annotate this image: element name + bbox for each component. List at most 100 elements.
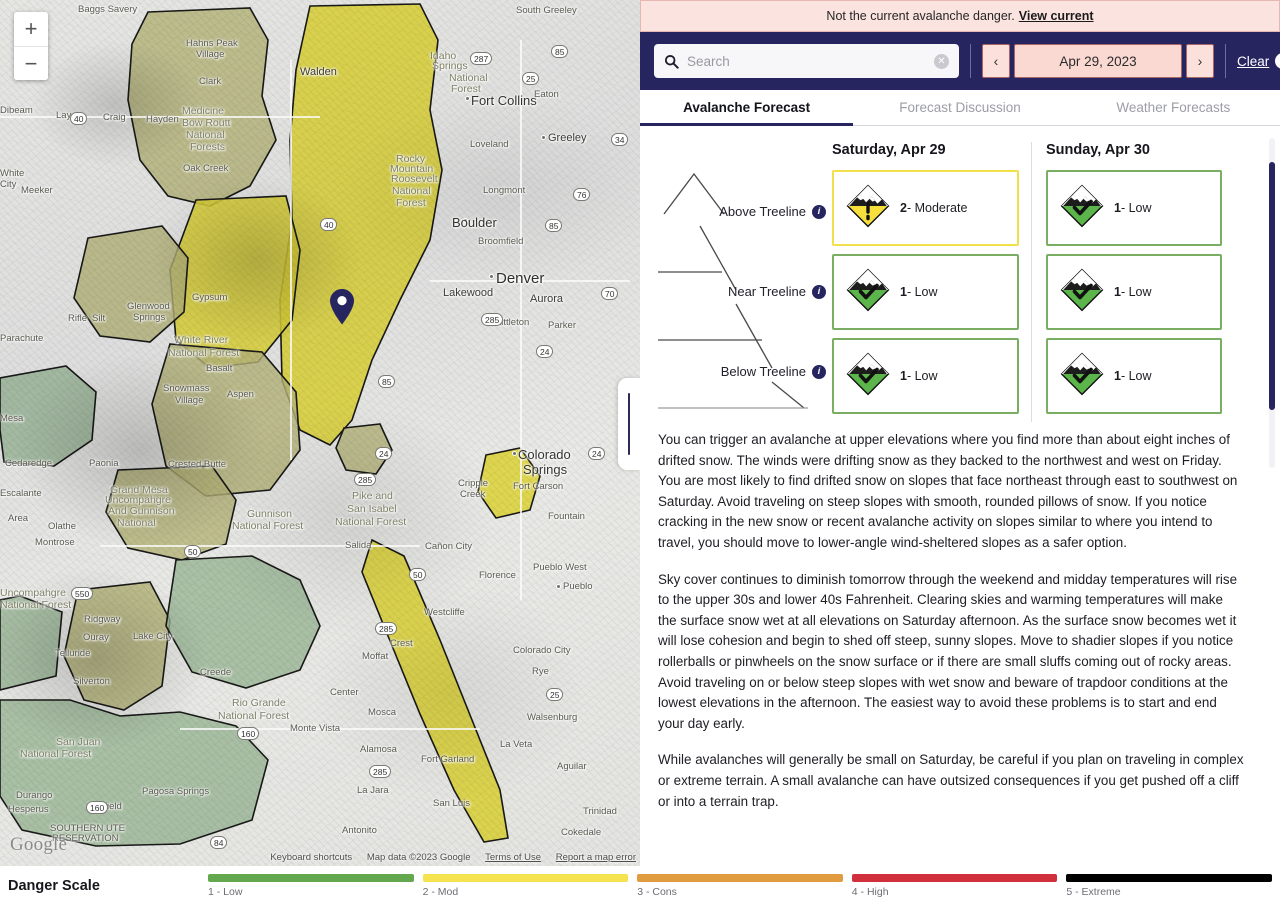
day-columns: Saturday, Apr 29 2- Moderate 1- Low 1- Low S… bbox=[828, 142, 1226, 422]
map-route-shield: 85 bbox=[545, 219, 563, 232]
location-pin-marker[interactable] bbox=[328, 288, 356, 326]
map-route-shield: 85 bbox=[551, 45, 569, 58]
map-route-shield: 550 bbox=[71, 587, 94, 600]
elevation-label: Near Treeline bbox=[727, 284, 806, 299]
info-icon[interactable]: i bbox=[812, 204, 826, 219]
danger-low-icon bbox=[846, 268, 890, 317]
map-attribution: Keyboard shortcuts Map data ©2023 Google… bbox=[258, 852, 636, 863]
danger-rating-card[interactable]: 1- Low bbox=[1046, 254, 1222, 330]
danger-low-icon bbox=[1060, 184, 1104, 233]
map-route-shield: 285 bbox=[375, 622, 398, 635]
danger-scale-swatch bbox=[422, 874, 629, 882]
danger-rating-card[interactable]: 1- Low bbox=[832, 338, 1019, 414]
content-scrollbar-thumb[interactable] bbox=[1269, 162, 1275, 410]
toolbar-divider bbox=[970, 44, 971, 78]
map-road bbox=[100, 545, 420, 547]
map-route-shield: 40 bbox=[320, 218, 338, 231]
danger-scale-swatch bbox=[851, 874, 1058, 882]
zoom-in-button[interactable]: + bbox=[14, 12, 48, 46]
map-zoom-controls[interactable]: + − bbox=[14, 12, 48, 80]
map-route-shield: 84 bbox=[210, 836, 228, 849]
danger-rating-card[interactable]: 1- Low bbox=[1046, 170, 1222, 246]
danger-scale-level[interactable]: 1 - Low bbox=[208, 874, 414, 898]
date-picker-button[interactable]: Apr 29, 2023 bbox=[1014, 44, 1182, 78]
clear-search-icon[interactable]: ✕ bbox=[934, 53, 949, 69]
map-route-shield: 25 bbox=[546, 688, 564, 701]
toolbar: ✕ ‹ Apr 29, 2023 › Clear ✕ bbox=[640, 32, 1280, 90]
danger-rating-label: 2- Moderate bbox=[900, 201, 968, 215]
next-day-button[interactable]: › bbox=[1186, 44, 1214, 78]
map-road bbox=[0, 116, 320, 118]
danger-scale-label: 1 - Low bbox=[208, 886, 243, 898]
zoom-out-button[interactable]: − bbox=[14, 46, 48, 80]
map-route-shield: 40 bbox=[70, 112, 88, 125]
tab-bar: Avalanche Forecast Forecast Discussion W… bbox=[640, 90, 1280, 126]
banner-text: Not the current avalanche danger. bbox=[826, 9, 1015, 23]
danger-scale-level[interactable]: 5 - Extreme bbox=[1066, 874, 1272, 898]
map-route-shield: 70 bbox=[601, 287, 619, 300]
map-keyboard-shortcuts[interactable]: Keyboard shortcuts bbox=[270, 852, 352, 863]
search-input[interactable] bbox=[687, 53, 926, 69]
danger-rating-card[interactable]: 1- Low bbox=[1046, 338, 1222, 414]
search-icon bbox=[664, 54, 679, 69]
forecast-summary-text: You can trigger an avalanche at upper el… bbox=[658, 430, 1260, 812]
elevation-diagram: Above Treeline i Near Treeline i Below T… bbox=[658, 142, 828, 422]
zone-polygons bbox=[0, 3, 541, 847]
danger-rating-card[interactable]: 1- Low bbox=[832, 254, 1019, 330]
map-route-shield: 25 bbox=[522, 72, 540, 85]
danger-scale-level[interactable]: 2 - Mod bbox=[422, 874, 629, 898]
map-city-dot bbox=[541, 135, 546, 140]
map-road bbox=[520, 40, 522, 600]
info-icon[interactable]: i bbox=[812, 284, 826, 299]
danger-scale-swatch bbox=[208, 874, 414, 882]
elevation-near-treeline: Near Treeline i bbox=[728, 284, 826, 299]
info-icon[interactable]: i bbox=[812, 364, 826, 379]
danger-rating-label: 1- Low bbox=[1114, 201, 1152, 215]
google-logo: Google bbox=[10, 834, 68, 855]
danger-rating-card[interactable]: 2- Moderate bbox=[832, 170, 1019, 246]
map-road bbox=[180, 728, 480, 730]
tab-forecast-discussion[interactable]: Forecast Discussion bbox=[853, 90, 1066, 125]
danger-scale-swatch bbox=[637, 874, 843, 882]
avalanche-zone-overlay[interactable] bbox=[0, 0, 640, 866]
tab-weather-forecasts[interactable]: Weather Forecasts bbox=[1067, 90, 1280, 125]
map-terms-link[interactable]: Terms of Use bbox=[485, 852, 541, 863]
avalanche-forecast-app: Baggs Savery South Greeley Hahns Peak Villa… bbox=[0, 0, 1280, 906]
search-box[interactable]: ✕ bbox=[654, 44, 959, 78]
map-pane[interactable]: Baggs Savery South Greeley Hahns Peak Villa… bbox=[0, 0, 640, 866]
map-canvas[interactable]: Baggs Savery South Greeley Hahns Peak Villa… bbox=[0, 0, 640, 866]
danger-low-icon bbox=[1060, 268, 1104, 317]
danger-scale-label: 4 - High bbox=[851, 886, 889, 898]
forecast-day-column: Saturday, Apr 29 2- Moderate 1- Low 1- Low bbox=[828, 142, 1023, 422]
map-panel-collapse-handle[interactable] bbox=[618, 378, 640, 470]
elevation-above-treeline: Above Treeline i bbox=[719, 204, 826, 219]
danger-scale-legend: Danger Scale 1 - Low 2 - Mod 3 - Cons 4 - H… bbox=[0, 866, 1280, 906]
previous-day-button[interactable]: ‹ bbox=[982, 44, 1010, 78]
map-route-shield: 285 bbox=[481, 313, 504, 326]
map-route-shield: 285 bbox=[369, 765, 392, 778]
map-route-shield: 24 bbox=[588, 447, 606, 460]
danger-scale-level[interactable]: 4 - High bbox=[851, 874, 1058, 898]
danger-scale-level[interactable]: 3 - Cons bbox=[637, 874, 843, 898]
clear-button[interactable]: Clear ✕ bbox=[1237, 53, 1280, 69]
stale-forecast-banner: Not the current avalanche danger. View c… bbox=[640, 0, 1280, 32]
danger-rating-label: 1- Low bbox=[900, 369, 938, 383]
forecast-day-column: Sunday, Apr 30 1- Low 1- Low 1- Low bbox=[1031, 142, 1226, 422]
map-city-dot bbox=[489, 274, 494, 279]
map-route-shield: 50 bbox=[409, 568, 427, 581]
danger-rating-table: Above Treeline i Near Treeline i Below T… bbox=[658, 142, 1260, 422]
map-route-shield: 24 bbox=[375, 447, 393, 460]
danger-scale-items: 1 - Low 2 - Mod 3 - Cons 4 - High 5 - Extrem… bbox=[208, 874, 1280, 898]
forecast-content: Above Treeline i Near Treeline i Below T… bbox=[640, 126, 1280, 866]
tab-avalanche-forecast[interactable]: Avalanche Forecast bbox=[640, 90, 854, 126]
map-route-shield: 160 bbox=[237, 727, 260, 740]
map-report-error-link[interactable]: Report a map error bbox=[556, 852, 636, 863]
view-current-link[interactable]: View current bbox=[1019, 9, 1094, 23]
forecast-paragraph: While avalanches will generally be small… bbox=[658, 752, 1244, 809]
clear-label: Clear bbox=[1237, 53, 1270, 69]
danger-scale-label: 2 - Mod bbox=[422, 886, 459, 898]
map-route-shield: 85 bbox=[378, 375, 396, 388]
danger-rating-label: 1- Low bbox=[1114, 369, 1152, 383]
elevation-below-treeline: Below Treeline i bbox=[721, 364, 826, 379]
forecast-day-header: Saturday, Apr 29 bbox=[832, 142, 946, 158]
